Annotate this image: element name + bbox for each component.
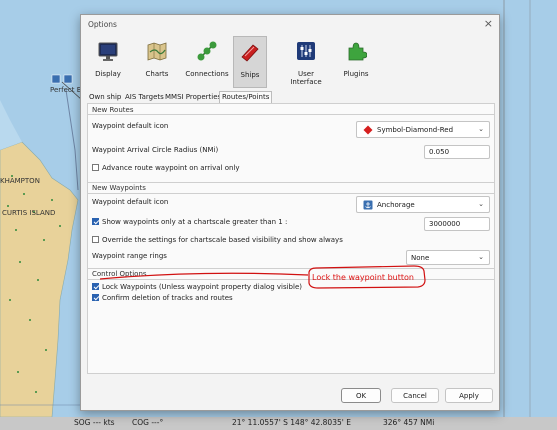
arrival-radius-label: Waypoint Arrival Circle Radius (NMi) <box>92 146 219 154</box>
toolbar-plugins-label: Plugins <box>343 70 369 78</box>
route-waypoint-icon-select[interactable]: Symbol-Diamond-Red ⌄ <box>356 121 490 138</box>
toolbar-plugins[interactable]: Plugins <box>339 36 373 88</box>
toolbar-ships[interactable]: Ships <box>233 36 267 88</box>
chevron-down-icon: ⌄ <box>478 200 484 208</box>
override-visibility-checkbox[interactable]: Override the settings for chartscale bas… <box>92 236 343 244</box>
arrival-radius-input[interactable]: 0.050 <box>424 145 490 159</box>
route-waypoint-icon-value: Symbol-Diamond-Red <box>377 126 454 134</box>
map-label-curtis-island: CURTIS ISLAND <box>2 209 56 217</box>
toolbar-charts[interactable]: Charts <box>137 36 177 88</box>
chevron-down-icon: ⌄ <box>478 253 484 261</box>
divider <box>88 279 494 280</box>
show-waypoints-checkbox[interactable]: Show waypoints only at a chartscale grea… <box>92 218 287 226</box>
range-rings-label: Waypoint range rings <box>92 252 167 260</box>
divider <box>88 182 494 183</box>
lock-waypoints-label: Lock Waypoints (Unless waypoint property… <box>102 283 302 291</box>
toolbar-connections-label: Connections <box>185 70 229 78</box>
diamond-red-icon <box>363 125 373 135</box>
confirm-deletion-checkbox[interactable]: Confirm deletion of tracks and routes <box>92 294 233 302</box>
position-readout: 21° 11.0557' S 148° 42.8035' E <box>232 418 351 427</box>
override-visibility-label: Override the settings for chartscale bas… <box>102 236 343 244</box>
waypoint-icon-select[interactable]: Anchorage ⌄ <box>356 196 490 213</box>
waypoint-icon-label: Waypoint default icon <box>92 198 169 206</box>
apply-button[interactable]: Apply <box>445 388 493 403</box>
routes-points-panel: New Routes Waypoint default icon Symbol-… <box>87 103 495 374</box>
new-routes-heading: New Routes <box>92 106 134 114</box>
checkbox-box <box>92 283 99 290</box>
toolbar-charts-label: Charts <box>145 70 169 78</box>
range-rings-value: None <box>411 254 430 262</box>
user-interface-icon <box>297 42 315 60</box>
toolbar-ships-label: Ships <box>240 71 260 79</box>
range-rings-select[interactable]: None ⌄ <box>406 250 490 265</box>
options-toolbar: Display Charts Connections Ships User In… <box>87 36 493 88</box>
toolbar-display[interactable]: Display <box>89 36 127 88</box>
annotation-note: Lock the waypoint button <box>312 273 414 282</box>
divider <box>88 193 494 194</box>
control-options-heading: Control Options <box>92 270 147 278</box>
status-bar: SOG --- kts COG ---° 21° 11.0557' S 148°… <box>0 417 557 430</box>
ok-button[interactable]: OK <box>341 388 381 403</box>
toolbar-connections[interactable]: Connections <box>185 36 229 88</box>
connections-icon <box>197 41 217 61</box>
chartscale-input[interactable]: 3000000 <box>424 217 490 231</box>
waypoint-icon-value: Anchorage <box>377 201 415 209</box>
map-label-rockhampton: KHAMPTON <box>0 177 40 185</box>
checkbox-box <box>92 236 99 243</box>
checkbox-box <box>92 294 99 301</box>
close-icon[interactable]: × <box>484 17 493 30</box>
new-waypoints-heading: New Waypoints <box>92 184 146 192</box>
tab-ais-targets[interactable]: AIS Targets <box>123 92 166 103</box>
checkbox-box <box>92 218 99 225</box>
bearing-readout: 326° 457 NMi <box>383 418 435 427</box>
toolbar-user-interface-label: User Interface <box>290 70 322 86</box>
cog-readout: COG ---° <box>132 418 164 427</box>
checkbox-box <box>92 164 99 171</box>
advance-route-checkbox[interactable]: Advance route waypoint on arrival only <box>92 164 240 172</box>
charts-icon <box>147 42 167 61</box>
confirm-deletion-label: Confirm deletion of tracks and routes <box>102 294 233 302</box>
ships-icon <box>241 44 259 62</box>
show-waypoints-label: Show waypoints only at a chartscale grea… <box>102 218 288 226</box>
options-dialog: Options × Display Charts Connections Shi… <box>80 14 500 411</box>
toolbar-display-label: Display <box>95 70 121 78</box>
divider <box>88 114 494 115</box>
route-waypoint-icon-label: Waypoint default icon <box>92 122 169 130</box>
cancel-button[interactable]: Cancel <box>391 388 439 403</box>
dialog-title: Options <box>88 20 117 29</box>
toolbar-user-interface[interactable]: User Interface <box>283 36 329 88</box>
anchor-icon <box>363 200 373 210</box>
plugins-icon <box>348 42 367 61</box>
divider <box>88 268 494 269</box>
monitor-icon <box>98 42 118 61</box>
sog-readout: SOG --- kts <box>74 418 115 427</box>
advance-route-label: Advance route waypoint on arrival only <box>102 164 240 172</box>
chevron-down-icon: ⌄ <box>478 125 484 133</box>
tab-mmsi-properties[interactable]: MMSI Properties <box>163 92 223 103</box>
lock-waypoints-checkbox[interactable]: Lock Waypoints (Unless waypoint property… <box>92 283 302 291</box>
tab-own-ship[interactable]: Own ship <box>87 92 123 103</box>
